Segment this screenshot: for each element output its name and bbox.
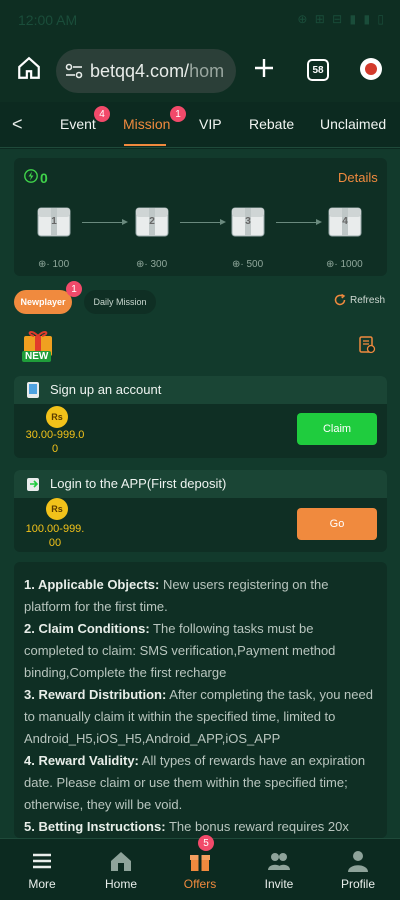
- status-bar: 12:00 AM ⊕ ⊞ ⊟ ▮ ▮ ▯: [0, 0, 400, 40]
- filter-daily-mission[interactable]: Daily Mission: [84, 290, 156, 314]
- rule-item: 5. Betting Instructions: The bonus rewar…: [24, 819, 349, 834]
- tab-unclaimed[interactable]: Unclaimed: [320, 116, 386, 132]
- home-icon: [111, 852, 131, 871]
- chest-label: ⊕· 300: [136, 259, 168, 270]
- details-link[interactable]: Details: [338, 170, 378, 185]
- task-header: Login to the APP(First deposit): [14, 470, 387, 498]
- home-icon[interactable]: [16, 55, 42, 81]
- progress-connector: [180, 219, 226, 225]
- bolt-icon: [24, 169, 38, 183]
- tab-mission[interactable]: Mission: [123, 116, 170, 132]
- browser-toolbar: betqq4.com/hom 58: [0, 40, 400, 102]
- chest-icon[interactable]: 1: [36, 204, 72, 238]
- profile-icon: [348, 851, 368, 872]
- tab-switcher-button[interactable]: 58: [307, 59, 329, 81]
- rule-item: 4. Reward Validity: All types of rewards…: [24, 753, 366, 812]
- tab-event[interactable]: Event: [60, 116, 96, 132]
- menu-icon: [33, 853, 51, 869]
- chest-icon[interactable]: 2: [134, 204, 170, 238]
- refresh-label[interactable]: Refresh: [350, 295, 385, 306]
- url-text: betqq4.com/hom: [90, 61, 225, 81]
- new-tab-icon[interactable]: [252, 56, 276, 80]
- rule-item: 3. Reward Distribution: After completing…: [24, 687, 373, 746]
- active-tab-indicator: [124, 144, 166, 146]
- phone-icon: [27, 382, 39, 398]
- nav-offers[interactable]: Offers: [165, 845, 235, 897]
- task-card: Sign up an account Rs 30.00-999.0 0 Claim: [14, 376, 387, 458]
- record-icon[interactable]: [358, 336, 376, 354]
- progress-connector: [82, 219, 128, 225]
- task-reward-amount: 30.00-999.0 0: [25, 429, 85, 455]
- extension-icon[interactable]: [360, 58, 382, 80]
- address-bar[interactable]: betqq4.com/hom: [56, 49, 236, 93]
- rupee-coin-icon: Rs: [46, 406, 68, 428]
- chest-label: ⊕· 1000: [326, 259, 363, 270]
- task-header: Sign up an account: [14, 376, 387, 404]
- progress-connector: [276, 219, 322, 225]
- tab-rebate[interactable]: Rebate: [249, 116, 294, 132]
- filter-newplayer[interactable]: Newplayer: [14, 290, 72, 314]
- nav-invite[interactable]: Invite: [244, 845, 314, 897]
- task-title: Login to the APP(First deposit): [50, 476, 227, 491]
- nav-home[interactable]: Home: [86, 845, 156, 897]
- rule-item: 2. Claim Conditions: The following tasks…: [24, 621, 336, 680]
- filter-newplayer-badge: 1: [66, 281, 82, 297]
- tab-vip[interactable]: VIP: [199, 116, 222, 132]
- task-reward-amount: 100.00-999. 00: [25, 523, 85, 549]
- login-app-icon: [27, 478, 39, 491]
- tab-event-badge: 4: [94, 106, 110, 122]
- gift-icon: [190, 855, 210, 871]
- event-tabs: < Event Mission VIP Rebate Unclaimed 4 1: [0, 102, 400, 148]
- chest-label: ⊕· 100: [38, 259, 70, 270]
- task-title: Sign up an account: [50, 382, 162, 397]
- status-time: 12:00 AM: [18, 12, 78, 28]
- users-icon: [268, 853, 290, 870]
- rule-item: 1. Applicable Objects: New users registe…: [24, 577, 329, 614]
- refresh-icon[interactable]: [333, 293, 347, 307]
- nav-profile[interactable]: Profile: [323, 845, 393, 897]
- site-settings-icon[interactable]: [64, 61, 84, 81]
- tab-mission-badge: 1: [170, 106, 186, 122]
- progress-count: 0: [40, 170, 48, 186]
- rules-panel: 1. Applicable Objects: New users registe…: [14, 562, 387, 838]
- status-icons: ⊕ ⊞ ⊟ ▮ ▮ ▯: [297, 12, 386, 26]
- rupee-coin-icon: Rs: [46, 498, 68, 520]
- chest-icon[interactable]: 3: [230, 204, 266, 238]
- task-card: Login to the APP(First deposit) Rs 100.0…: [14, 470, 387, 552]
- go-button[interactable]: Go: [297, 508, 377, 540]
- chest-label: ⊕· 500: [232, 259, 264, 270]
- offers-badge: 5: [198, 835, 214, 851]
- nav-more[interactable]: More: [7, 845, 77, 897]
- back-arrow-icon[interactable]: <: [12, 114, 23, 135]
- chest-icon[interactable]: 4: [327, 204, 363, 238]
- claim-button[interactable]: Claim: [297, 413, 377, 445]
- new-label: NEW: [22, 351, 52, 362]
